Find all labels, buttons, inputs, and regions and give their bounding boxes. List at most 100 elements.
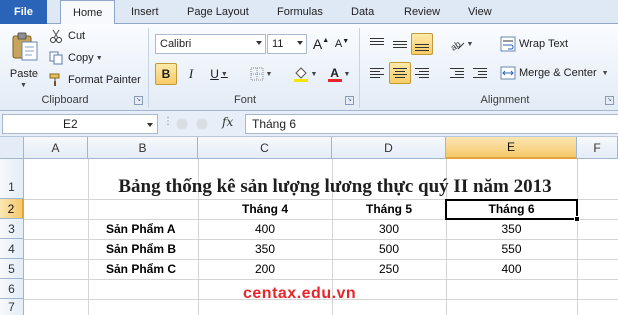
- column-header-e[interactable]: E: [446, 137, 577, 159]
- font-color-button[interactable]: A ▼: [324, 63, 354, 85]
- italic-icon: I: [188, 66, 194, 81]
- merge-center-icon: [500, 66, 516, 80]
- row-header-4[interactable]: 4: [0, 239, 24, 259]
- bottom-align-button[interactable]: [411, 33, 433, 55]
- text-orientation-icon: ab: [449, 39, 464, 51]
- column-header-f[interactable]: F: [577, 137, 618, 159]
- orientation-button[interactable]: ab ▼: [446, 33, 476, 55]
- tab-formulas[interactable]: Formulas: [277, 0, 323, 24]
- ribbon-home: Paste ▼ Cut Copy ▼ Format Painter Clipbo…: [0, 24, 618, 111]
- row-header-3[interactable]: 3: [0, 219, 24, 239]
- cut-button[interactable]: Cut: [48, 27, 85, 45]
- chevron-down-icon: [147, 123, 153, 127]
- formula-bar: E2 ⋮ fx Tháng 6: [0, 111, 618, 137]
- cell-c5[interactable]: 200: [198, 259, 332, 279]
- underline-button[interactable]: U ▼: [204, 63, 234, 85]
- font-color-icon: A: [330, 65, 339, 80]
- fill-color-button[interactable]: ▼: [290, 63, 320, 85]
- cell-b5[interactable]: Sản Phẩm C: [88, 259, 198, 279]
- merge-center-button[interactable]: Merge & Center ▼: [500, 63, 609, 83]
- group-divider: [359, 28, 360, 108]
- merge-center-label: Merge & Center: [519, 67, 597, 79]
- formula-bar-grip-icon[interactable]: ⋮: [163, 116, 173, 132]
- formula-input[interactable]: Tháng 6: [245, 114, 618, 134]
- alignment-launcher-icon[interactable]: ↘: [605, 96, 614, 105]
- cell-e3[interactable]: 350: [446, 219, 577, 239]
- tab-file[interactable]: File: [0, 0, 47, 24]
- worksheet-grid[interactable]: A B C D E F 1 2 3 4 5 6 7 Bảng thống kê …: [0, 137, 618, 315]
- select-all-button[interactable]: [0, 137, 24, 159]
- align-left-button[interactable]: [366, 62, 388, 84]
- row-header-1[interactable]: 1: [0, 159, 24, 199]
- italic-button[interactable]: I: [180, 63, 202, 85]
- borders-button[interactable]: ▼: [246, 63, 276, 85]
- font-size-value: 11: [272, 38, 284, 50]
- cell-c4[interactable]: 350: [198, 239, 332, 259]
- paste-button[interactable]: Paste ▼: [6, 30, 42, 90]
- clipboard-launcher-icon[interactable]: ↘: [134, 96, 143, 105]
- cell-b3[interactable]: Sản Phẩm A: [88, 219, 198, 239]
- format-painter-button[interactable]: Format Painter: [48, 71, 141, 89]
- wrap-text-button[interactable]: Wrap Text: [500, 34, 568, 54]
- increase-indent-icon: [473, 68, 487, 78]
- top-align-button[interactable]: [366, 33, 388, 55]
- confirm-entry-icon: [196, 118, 208, 130]
- tab-home[interactable]: Home: [60, 0, 116, 25]
- decrease-indent-button[interactable]: [446, 62, 468, 84]
- middle-align-button[interactable]: [389, 33, 411, 55]
- cell-c2[interactable]: Tháng 4: [198, 199, 332, 219]
- tab-data[interactable]: Data: [351, 0, 374, 24]
- cell-d5[interactable]: 250: [332, 259, 446, 279]
- format-painter-label: Format Painter: [68, 74, 141, 86]
- bold-button[interactable]: B: [155, 63, 177, 85]
- align-center-button[interactable]: [389, 62, 411, 84]
- column-header-d[interactable]: D: [332, 137, 446, 159]
- font-name-value: Calibri: [160, 38, 192, 50]
- grow-font-button[interactable]: A ▲: [312, 33, 330, 55]
- merge-dropdown-icon[interactable]: ▼: [602, 70, 609, 77]
- cell-d4[interactable]: 500: [332, 239, 446, 259]
- paste-dropdown-icon[interactable]: ▼: [20, 82, 27, 89]
- sheet-title-cell[interactable]: Bảng thống kê sản lượng lương thực quý I…: [24, 174, 618, 199]
- tab-page-layout[interactable]: Page Layout: [187, 0, 249, 24]
- align-right-icon: [415, 68, 429, 78]
- row-header-6[interactable]: 6: [0, 279, 24, 299]
- font-name-box[interactable]: Calibri: [155, 34, 266, 54]
- cell-b4[interactable]: Sản Phẩm B: [88, 239, 198, 259]
- bottom-align-icon: [415, 43, 429, 51]
- increase-indent-button[interactable]: [469, 62, 491, 84]
- formula-input-value: Tháng 6: [252, 117, 297, 131]
- tab-view[interactable]: View: [468, 0, 492, 24]
- underline-icon: U: [210, 67, 219, 81]
- fill-bucket-icon: [293, 67, 308, 82]
- cell-c3[interactable]: 400: [198, 219, 332, 239]
- cut-label: Cut: [68, 30, 86, 42]
- tab-insert[interactable]: Insert: [131, 0, 159, 24]
- copy-dropdown-icon[interactable]: ▼: [96, 55, 103, 62]
- cell-d3[interactable]: 300: [332, 219, 446, 239]
- cancel-entry-icon: [176, 118, 188, 130]
- fill-handle[interactable]: [574, 216, 580, 222]
- row-header-2[interactable]: 2: [0, 199, 24, 219]
- cell-e4[interactable]: 550: [446, 239, 577, 259]
- paste-label: Paste: [9, 68, 39, 80]
- copy-button[interactable]: Copy ▼: [48, 49, 103, 67]
- row-header-7[interactable]: 7: [0, 299, 24, 315]
- name-box[interactable]: E2: [2, 114, 158, 134]
- cell-d2[interactable]: Tháng 5: [332, 199, 446, 219]
- insert-function-button[interactable]: fx: [222, 115, 233, 129]
- shrink-font-button[interactable]: A ▼: [333, 33, 351, 55]
- align-right-button[interactable]: [411, 62, 433, 84]
- font-group-label: Font: [233, 94, 256, 106]
- column-header-c[interactable]: C: [198, 137, 332, 159]
- tab-review[interactable]: Review: [404, 0, 440, 24]
- copy-icon: [48, 50, 64, 66]
- row-header-5[interactable]: 5: [0, 259, 24, 279]
- column-header-a[interactable]: A: [24, 137, 88, 159]
- font-launcher-icon[interactable]: ↘: [345, 96, 354, 105]
- font-size-box[interactable]: 11: [267, 34, 307, 54]
- column-header-b[interactable]: B: [88, 137, 198, 159]
- paintbrush-icon: [48, 72, 64, 88]
- top-align-icon: [370, 37, 384, 45]
- cell-e5[interactable]: 400: [446, 259, 577, 279]
